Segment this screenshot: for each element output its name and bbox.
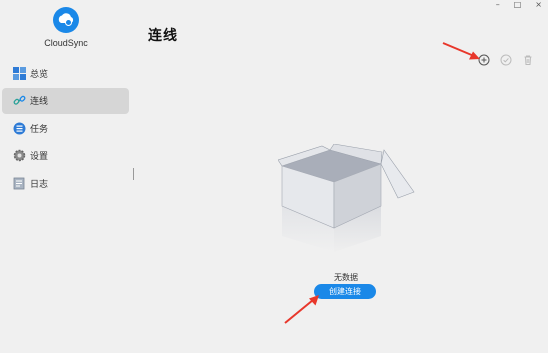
cloudsync-logo-icon xyxy=(53,7,79,33)
log-icon xyxy=(12,176,26,190)
sidebar-item-label: 任务 xyxy=(30,124,49,135)
task-icon xyxy=(12,121,26,135)
empty-box-icon xyxy=(278,144,415,252)
link-icon xyxy=(12,94,26,108)
sidebar-item-tasks[interactable]: 任务 xyxy=(2,115,129,141)
add-connection-button[interactable] xyxy=(477,53,490,66)
sidebar-resize-handle[interactable] xyxy=(133,168,134,180)
check-icon xyxy=(500,54,511,65)
sidebar-item-logs[interactable]: 日志 xyxy=(2,170,129,196)
create-connection-button[interactable]: 创建连接 xyxy=(314,284,376,299)
minimize-button[interactable]: – xyxy=(496,1,500,9)
confirm-button[interactable] xyxy=(499,53,512,66)
sidebar-nav: 总览 连线 任务 设置 日志 xyxy=(2,60,129,198)
sidebar-item-label: 总览 xyxy=(30,69,49,80)
sidebar-item-settings[interactable]: 设置 xyxy=(2,143,129,169)
page-title: 连线 xyxy=(148,28,178,44)
toolbar xyxy=(477,53,534,66)
window-controls: – □ × xyxy=(496,0,542,10)
sidebar-item-label: 日志 xyxy=(30,179,49,190)
sidebar-item-label: 设置 xyxy=(30,152,49,163)
annotation-arrow-icon xyxy=(442,42,480,60)
maximize-button[interactable]: □ xyxy=(514,1,522,9)
settings-icon xyxy=(12,149,26,163)
trash-icon xyxy=(524,55,531,65)
overview-icon xyxy=(12,66,26,80)
sidebar-item-connections[interactable]: 连线 xyxy=(2,87,129,114)
empty-state-text: 无数据 xyxy=(334,273,358,282)
delete-button[interactable] xyxy=(521,53,534,66)
sidebar-item-label: 连线 xyxy=(30,97,49,108)
close-button[interactable]: × xyxy=(535,1,542,9)
sidebar-item-overview[interactable]: 总览 xyxy=(2,60,129,86)
sidebar: CloudSync 总览 连线 任务 设置 日志 xyxy=(0,0,132,353)
add-icon xyxy=(478,54,489,65)
app-name: CloudSync xyxy=(44,38,88,48)
